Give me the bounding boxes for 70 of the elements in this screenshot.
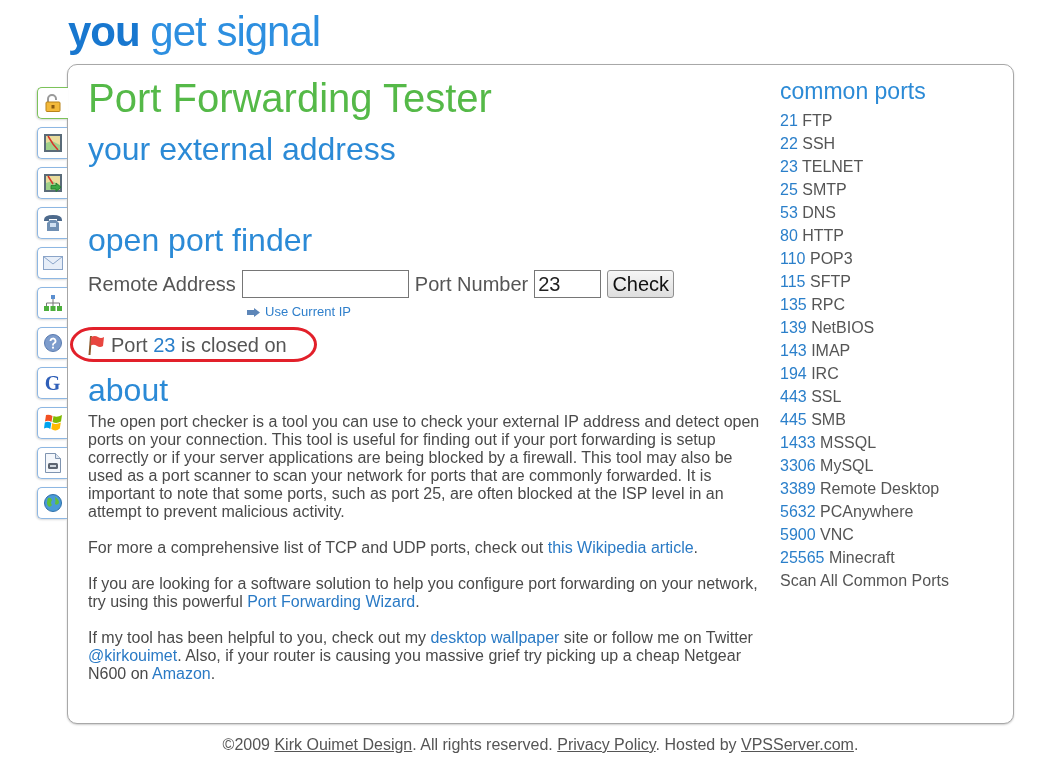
sidebar-tab[interactable]	[37, 127, 67, 159]
port-list-item[interactable]: 443 SSL	[780, 385, 842, 408]
padlock-icon	[45, 94, 61, 112]
result-text: Port 23 is closed on	[111, 332, 287, 357]
port-list-item[interactable]: 139 NetBIOS	[780, 316, 875, 339]
about-paragraph: For more a comprehensive list of TCP and UDP ports, check out this Wikipedia article.	[88, 539, 700, 557]
network-icon	[43, 295, 62, 311]
port-number-field[interactable]: 23	[534, 270, 602, 298]
sidebar-tab[interactable]	[37, 207, 67, 239]
site-logo[interactable]: you get signal	[68, 8, 321, 56]
section-heading: your external address	[88, 130, 397, 168]
port-list-item[interactable]: 110 POP3	[780, 247, 853, 270]
sidebar-tab[interactable]	[37, 247, 67, 279]
port-list-item[interactable]: 80 HTTP	[780, 224, 845, 247]
about-paragraph: The open port checker is a tool you can use to check your external IP address and detect open ports on your connection. This tool is useful for finding out if your port forwarding is setup correctly or if your server applications are being blocked by a firewall. This tool may also be used as a port scanner to scan your network for ports that are commonly forwarded. It is important to note that some ports, such as port 25, are often blocked at the ISP level in an attempt to prevent malicious activity.	[88, 413, 761, 521]
section-heading: open port finder	[88, 221, 314, 259]
use-current-ip-link[interactable]: Use Current IP	[265, 304, 351, 320]
text-link[interactable]: Amazon	[152, 665, 211, 682]
text-link[interactable]: this Wikipedia article	[547, 539, 694, 556]
sidebar-tab[interactable]	[37, 487, 67, 519]
scan-all-link[interactable]: Scan All Common Ports	[780, 569, 949, 592]
port-list-item[interactable]: 3306 MySQL	[780, 454, 874, 477]
sidebar-tab[interactable]	[37, 327, 67, 359]
port-list-item[interactable]: 3389 Remote Desktop	[780, 477, 940, 500]
sidebar-tab[interactable]	[37, 447, 67, 479]
port-list-item[interactable]: 1433 MSSQL	[780, 431, 877, 454]
globe-icon	[43, 494, 62, 512]
sidebar-tab[interactable]	[37, 87, 68, 119]
about-paragraph: If you are looking for a software solution to help you configure port forwarding on your network, try using this powerful Port Forwarding Wizard.	[88, 575, 759, 611]
port-list-item[interactable]: 25 SMTP	[780, 178, 847, 201]
text-link[interactable]: Port Forwarding Wizard	[247, 593, 416, 610]
check-button[interactable]: Check	[607, 270, 675, 298]
footer-text: ©2009 Kirk Ouimet Design. All rights reserved. Privacy Policy. Hosted by VPSServer.com.	[221, 736, 860, 754]
port-list-item[interactable]: 135 RPC	[780, 293, 845, 316]
text-link[interactable]: @kirkouimet	[88, 647, 178, 664]
field-label: Port Number	[414, 272, 529, 297]
field-label: Remote Address	[88, 272, 236, 297]
page-title: Port Forwarding Tester	[88, 75, 493, 121]
about-paragraph: If my tool has been helpful to you, check out my desktop wallpaper site or follow me on Twitter @kirkouimet. Also, if your router is causing you massive grief try picking up a cheap Netgear N600 on Amazon.	[88, 629, 754, 683]
footer-link[interactable]: VPSServer.com	[741, 736, 854, 753]
help-icon	[43, 334, 62, 352]
map-icon	[43, 134, 62, 152]
port-list-item[interactable]: 115 SFTP	[780, 270, 851, 293]
sidebar-tab[interactable]: G	[37, 367, 67, 399]
sidebar-tab[interactable]	[37, 287, 67, 319]
section-heading: common ports	[780, 77, 927, 105]
arrow-icon	[247, 307, 260, 317]
section-heading: about	[88, 371, 170, 409]
port-list-item[interactable]: 445 SMB	[780, 408, 846, 431]
port-link[interactable]: 23	[153, 333, 176, 356]
port-list-item[interactable]: 21 FTP	[780, 109, 833, 132]
map-arrow-icon	[43, 174, 62, 192]
port-list-item[interactable]: 25565 Minecraft	[780, 546, 895, 569]
port-list-item[interactable]: 5632 PCAnywhere	[780, 500, 914, 523]
port-list-item[interactable]: 143 IMAP	[780, 339, 851, 362]
envelope-icon	[42, 256, 63, 270]
sidebar-tab[interactable]	[37, 407, 67, 439]
port-list-item[interactable]: 23 TELNET	[780, 155, 864, 178]
telephone-icon	[43, 215, 62, 231]
footer-link[interactable]: Privacy Policy	[557, 736, 656, 753]
sidebar-tab[interactable]	[37, 167, 67, 199]
port-list-item[interactable]: 22 SSH	[780, 132, 836, 155]
remote-address-field[interactable]	[241, 270, 409, 298]
port-list-item[interactable]: 53 DNS	[780, 201, 837, 224]
text-link[interactable]: desktop wallpaper	[430, 629, 560, 646]
waving-flag-icon	[43, 414, 62, 432]
port-list-item[interactable]: 5900 VNC	[780, 523, 854, 546]
footer-link[interactable]: Kirk Ouimet Design	[274, 736, 413, 753]
document-icon	[44, 453, 61, 473]
port-list-item[interactable]: 194 IRC	[780, 362, 839, 385]
